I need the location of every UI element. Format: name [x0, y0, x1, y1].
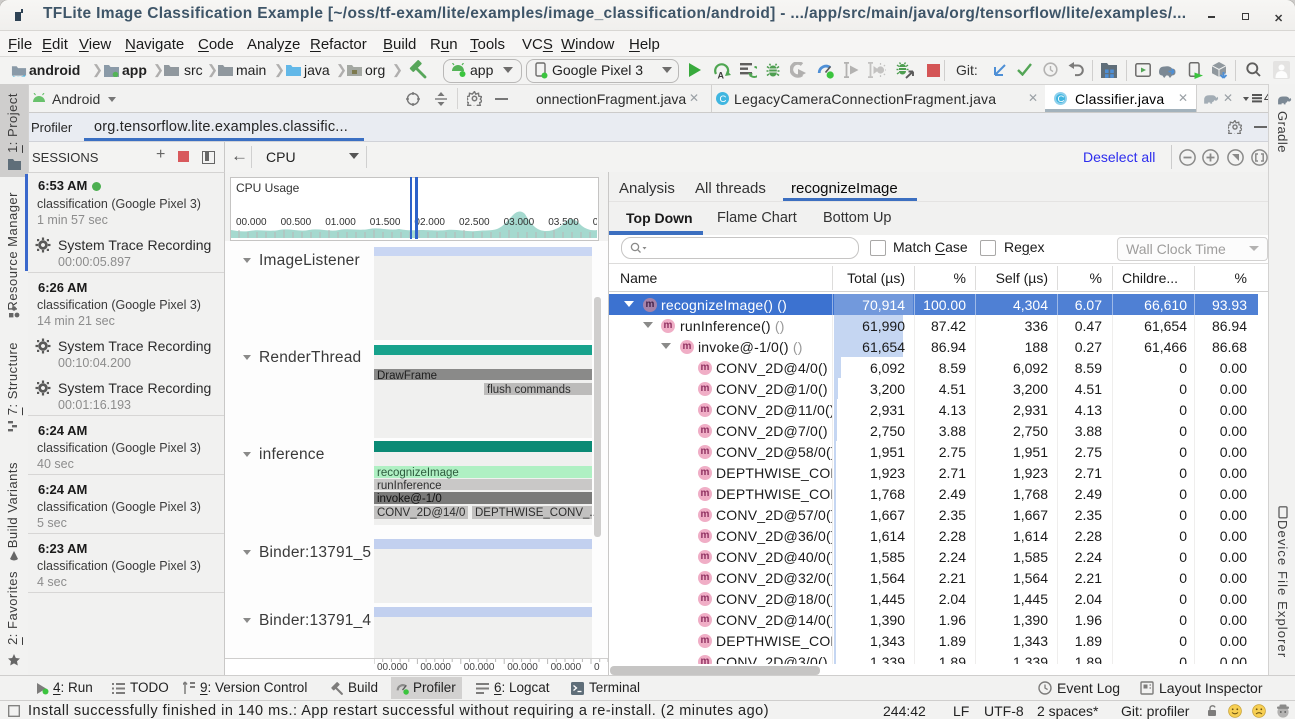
svg-text:A: A [718, 71, 725, 80]
